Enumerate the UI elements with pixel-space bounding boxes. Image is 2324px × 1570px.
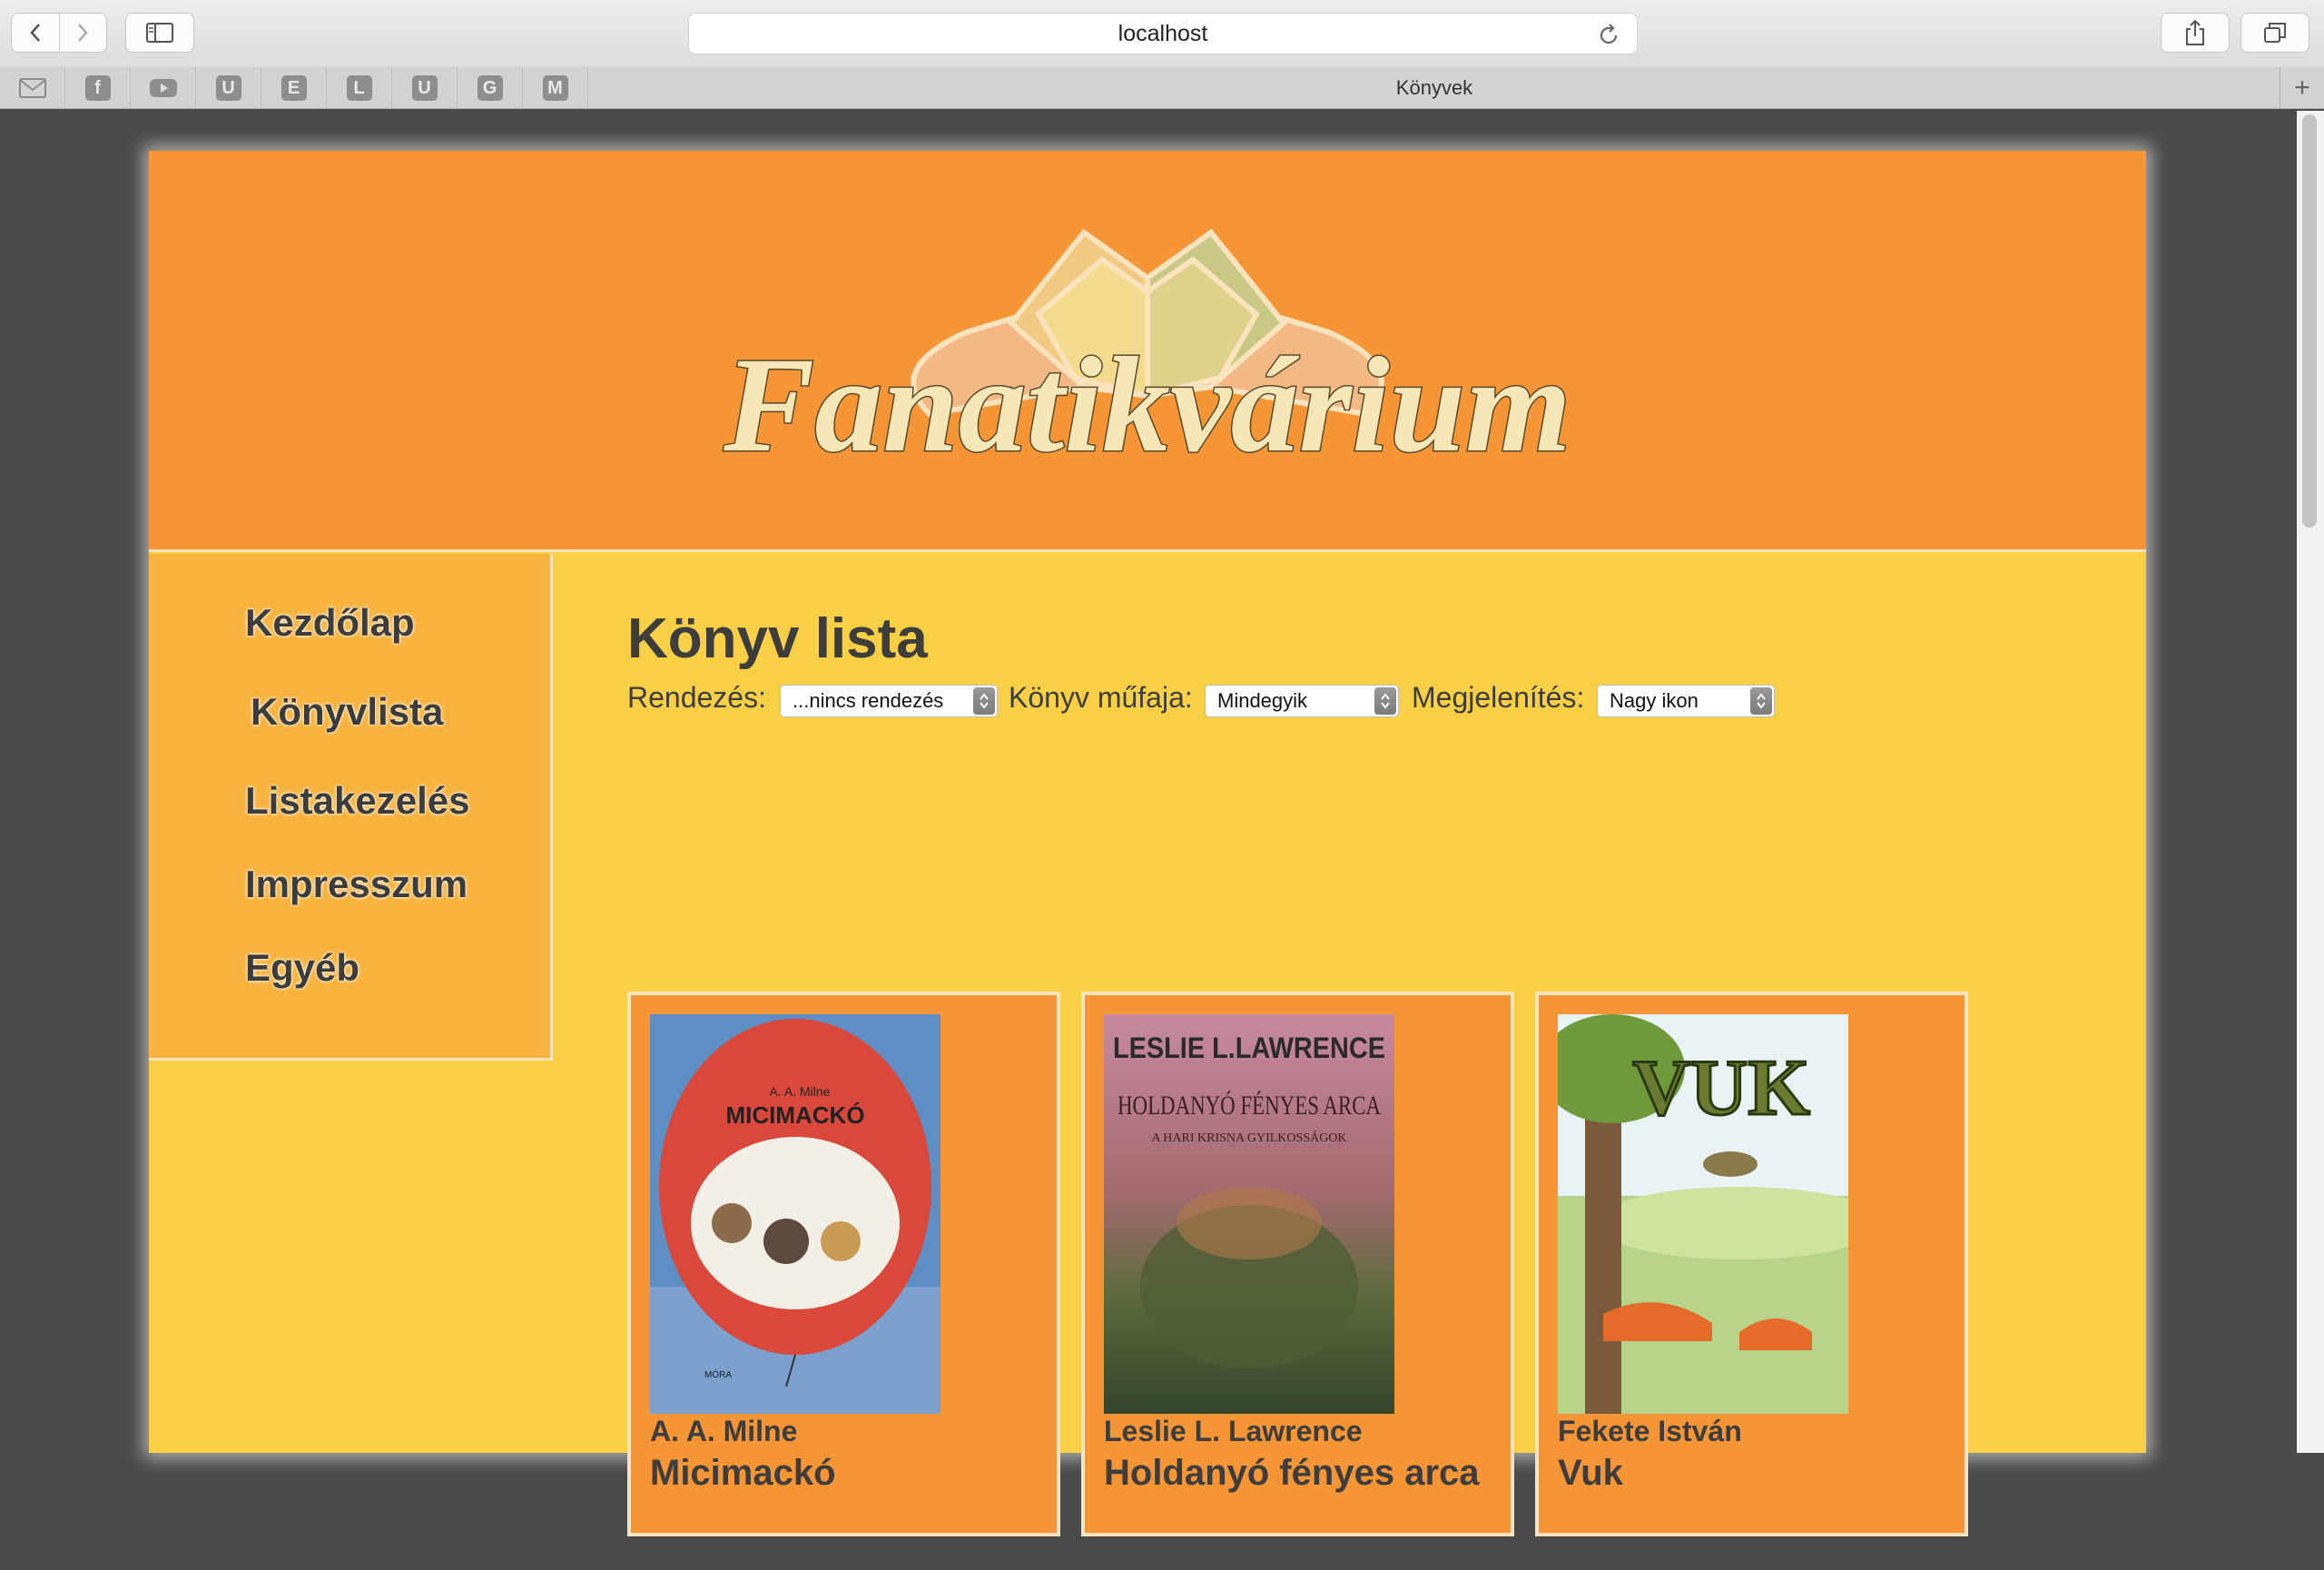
bookmarks-bar: f U E L U G M Könyvek +	[0, 67, 2324, 109]
cover-title: MICIMACKÓ	[725, 1101, 864, 1129]
tabs-icon	[2264, 23, 2286, 43]
forward-button[interactable]	[58, 14, 107, 52]
mail-icon	[18, 78, 46, 98]
book-card[interactable]: A. A. Milne MICIMACKÓ MÓRA A. A. Milne M…	[627, 992, 1060, 1569]
tab-konyvek[interactable]: Könyvek	[590, 67, 2279, 109]
bookmark-youtube[interactable]	[131, 67, 196, 109]
cover-title: VUK	[1632, 1044, 1810, 1132]
youtube-icon	[149, 79, 177, 97]
bookmark-m[interactable]: M	[523, 67, 588, 109]
display-select-value: Nagy ikon	[1610, 689, 1699, 712]
bookmark-letter: M	[542, 75, 568, 101]
book-card[interactable]: VUK Fekete István Vuk Mese	[1535, 992, 1968, 1569]
cover-author: A. A. Milne	[770, 1084, 831, 1099]
browser-toolbar: localhost	[0, 0, 2324, 68]
logo-text: Fanatikvárium	[723, 330, 1571, 478]
book-author: A. A. Milne	[650, 1415, 798, 1447]
book-author: Leslie L. Lawrence	[1104, 1415, 1363, 1447]
bookmark-u[interactable]: U	[196, 67, 261, 109]
display-select[interactable]: Nagy ikon	[1597, 685, 1775, 717]
bookmark-l[interactable]: L	[327, 67, 392, 109]
bookmark-letter: L	[346, 75, 372, 101]
bookmark-mail[interactable]	[0, 67, 65, 109]
sort-select-value: ...nincs rendezés	[793, 689, 944, 712]
cover-title: HOLDANYÓ FÉNYES ARCA	[1118, 1091, 1381, 1121]
book-title[interactable]: Vuk	[1558, 1453, 1623, 1494]
book-title[interactable]: Micimackó	[650, 1453, 836, 1494]
chevron-right-icon	[78, 24, 88, 42]
bookmark-letter: U	[411, 75, 438, 101]
main-content: Könyv lista Rendezés: ...nincs rendezés …	[627, 554, 2080, 1569]
share-icon	[2186, 19, 2204, 45]
sidebar-item-listakezeles[interactable]: Listakezelés	[245, 779, 470, 823]
sidebar-item-konyvlista[interactable]: Könyvlista	[251, 690, 443, 734]
tabs-overview-button[interactable]	[2240, 13, 2309, 53]
navigation-buttons	[11, 13, 107, 53]
bookmark-u2[interactable]: U	[392, 67, 458, 109]
select-arrows-icon	[973, 687, 995, 715]
genre-select-value: Mindegyik	[1217, 689, 1308, 712]
new-tab-button[interactable]: +	[2280, 67, 2324, 109]
page-container: Fanatikvárium Kezdőlap Könyvlista Listak…	[149, 151, 2146, 1569]
display-label: Megjelenítés:	[1412, 681, 1585, 714]
book-title[interactable]: Holdanyó fényes arca	[1104, 1453, 1480, 1494]
cover-publisher: MÓRA	[704, 1368, 732, 1380]
genre-select[interactable]: Mindegyik	[1205, 685, 1399, 717]
select-arrows-icon	[1374, 687, 1396, 715]
sort-select[interactable]: ...nincs rendezés	[780, 685, 998, 717]
sidebar-item-egyeb[interactable]: Egyéb	[245, 946, 359, 990]
select-arrows-icon	[1750, 687, 1772, 715]
scrollbar-thumb[interactable]	[2302, 114, 2317, 528]
bookmark-letter: G	[477, 75, 503, 101]
bookmark-letter: E	[281, 75, 307, 101]
bookmark-facebook[interactable]: f	[65, 67, 131, 109]
sort-label: Rendezés:	[627, 681, 766, 714]
book-card[interactable]: LESLIE L.LAWRENCE HOLDANYÓ FÉNYES ARCA A…	[1081, 992, 1514, 1569]
genre-label: Könyv műfaja:	[1009, 681, 1193, 714]
sidebar-nav: Kezdőlap Könyvlista Listakezelés Impress…	[149, 554, 553, 1061]
bookmark-e[interactable]: E	[261, 67, 327, 109]
facebook-icon: f	[84, 75, 111, 101]
sidebar-item-kezdolap[interactable]: Kezdőlap	[245, 601, 415, 645]
bookmark-letter: U	[215, 75, 241, 101]
reload-icon[interactable]	[1597, 22, 1620, 47]
cover-subtitle: A HARI KRISNA GYILKOSSÁGOK	[1151, 1130, 1346, 1145]
cover-author: LESLIE L.LAWRENCE	[1113, 1032, 1385, 1064]
page-title: Könyv lista	[627, 607, 928, 670]
book-genre: Krimi	[1104, 1536, 1170, 1569]
bookmark-g[interactable]: G	[458, 67, 523, 109]
book-genre: Mese	[1558, 1536, 1630, 1569]
site-logo[interactable]: Fanatikvárium	[657, 205, 1638, 478]
sidebar-item-impresszum[interactable]: Impresszum	[245, 863, 468, 906]
sidebar-toggle-button[interactable]	[125, 13, 194, 53]
sidebar-icon	[146, 23, 173, 43]
back-button[interactable]	[12, 14, 59, 52]
address-text: localhost	[1118, 20, 1208, 46]
book-cover-image[interactable]: LESLIE L.LAWRENCE HOLDANYÓ FÉNYES ARCA A…	[1104, 1014, 1394, 1414]
book-genre: Ifjúsági regény	[650, 1536, 840, 1569]
site-header: Fanatikvárium	[149, 151, 2146, 552]
share-button[interactable]	[2161, 13, 2230, 53]
book-cover-image[interactable]: A. A. Milne MICIMACKÓ MÓRA	[650, 1014, 940, 1414]
book-author: Fekete István	[1558, 1415, 1742, 1447]
address-bar[interactable]: localhost	[688, 13, 1638, 54]
book-cover-image[interactable]: VUK	[1558, 1014, 1848, 1414]
chevron-left-icon	[30, 24, 40, 42]
